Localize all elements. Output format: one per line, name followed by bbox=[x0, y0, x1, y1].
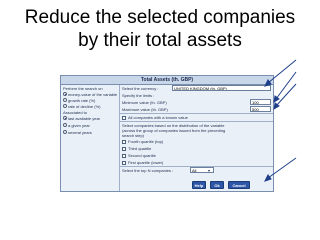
arrow-ok-button bbox=[267, 157, 297, 179]
arrow-currency bbox=[267, 59, 297, 84]
arrow-min-value-head-icon bbox=[273, 95, 280, 103]
callout-arrows bbox=[264, 59, 297, 182]
